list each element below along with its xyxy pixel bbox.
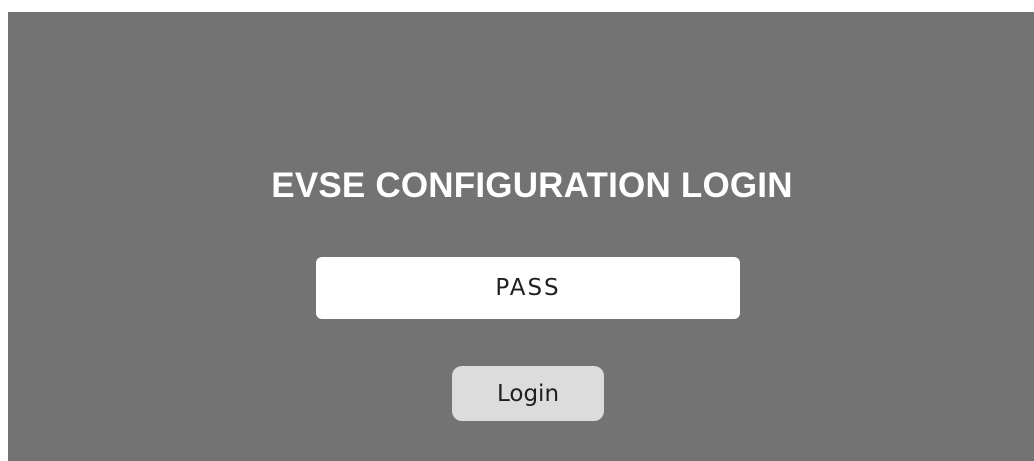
login-button[interactable]: Login xyxy=(452,366,604,421)
password-input[interactable] xyxy=(316,257,740,319)
login-panel: EVSE CONFIGURATION LOGIN Login xyxy=(8,12,1034,461)
page-title: EVSE CONFIGURATION LOGIN xyxy=(271,166,793,205)
